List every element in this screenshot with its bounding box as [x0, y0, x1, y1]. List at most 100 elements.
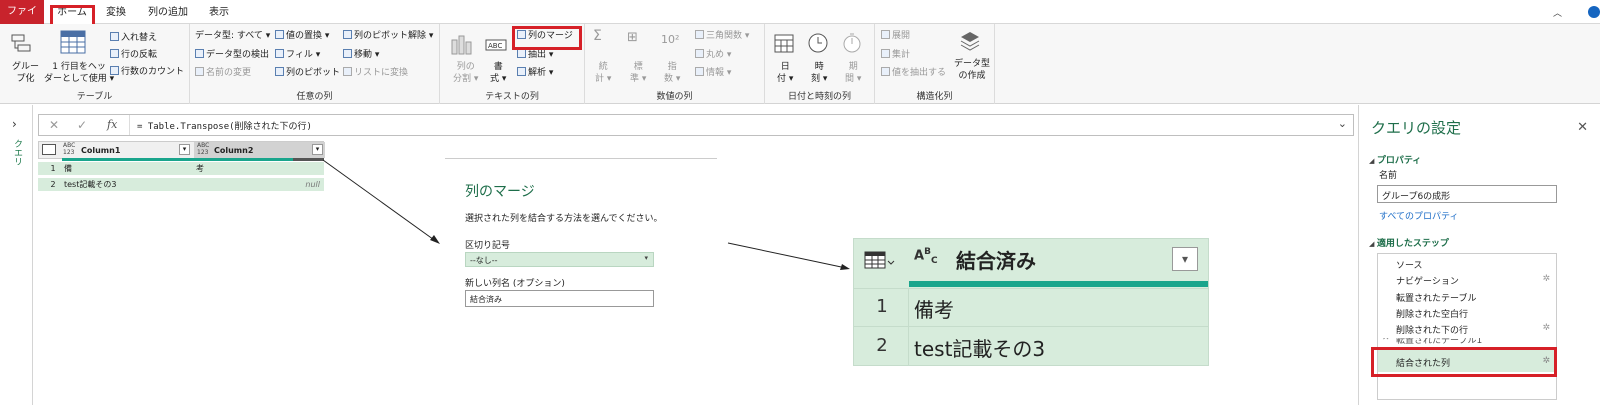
step-settings-gear-icon[interactable]: ✲	[1542, 274, 1550, 284]
extract-values-button[interactable]: 値を抽出する	[881, 67, 946, 79]
cell-column1[interactable]: 備	[64, 162, 72, 175]
tab-transform[interactable]: 変換	[100, 4, 132, 24]
queries-pane: › クエリ	[0, 105, 33, 405]
step-item[interactable]: 転置されたテーブル	[1396, 291, 1476, 304]
col2-type-icon[interactable]: ABC 123	[197, 142, 209, 156]
format-icon: ABC	[485, 39, 507, 51]
create-data-type-button[interactable]: データ型 の作成	[954, 58, 990, 82]
time-button[interactable]: 時刻 ▾	[811, 61, 827, 85]
duration-button[interactable]: 期間 ▾	[845, 61, 861, 85]
standard-button[interactable]: 標準 ▾	[630, 61, 646, 85]
help-icon[interactable]	[1588, 6, 1600, 18]
row-divider	[908, 327, 909, 366]
move-button[interactable]: 移動 ▾	[343, 49, 379, 61]
extract-button[interactable]: 抽出 ▾	[517, 49, 553, 61]
collapse-ribbon-icon[interactable]: ︿	[1553, 6, 1562, 19]
step-settings-gear-icon[interactable]: ✲	[1542, 323, 1550, 333]
fill-button[interactable]: フィル ▾	[275, 49, 320, 61]
grid-header: ABC 123 Column1 ▾ ABC 123 Column2 ▾	[38, 141, 325, 159]
step-item[interactable]: ナビゲーション	[1396, 274, 1459, 287]
unpivot-button[interactable]: 列のピボット解除 ▾	[343, 30, 433, 42]
reverse-rows-button[interactable]: 行の反転	[110, 49, 157, 61]
aggregate-button[interactable]: 集計	[881, 49, 910, 61]
tab-add-column[interactable]: 列の追加	[142, 4, 194, 24]
parse-icon	[517, 67, 526, 76]
formula-input[interactable]: = Table.Transpose(削除された下の行)	[137, 119, 312, 132]
merged-cell[interactable]: 備考	[914, 294, 954, 323]
properties-header[interactable]: ◢ プロパティ	[1369, 153, 1421, 166]
separator-dropdown[interactable]: --なし-- ▾	[465, 252, 654, 267]
cell-column2-null[interactable]: null	[305, 178, 320, 191]
parse-button[interactable]: 解析 ▾	[517, 67, 553, 79]
step-item[interactable]: 削除された空白行	[1396, 307, 1468, 320]
collapse-triangle-icon: ◢	[1369, 240, 1377, 248]
pivot-button[interactable]: 列のピボット	[275, 67, 340, 79]
dialog-top-border	[445, 158, 717, 159]
column2-filter-icon[interactable]: ▾	[312, 144, 323, 155]
new-column-name-input[interactable]: 結合済み	[465, 290, 654, 307]
group-any-column-label: 任意の列	[296, 92, 333, 102]
tab-file[interactable]: ファイル	[0, 0, 44, 41]
transpose-button[interactable]: 入れ替え	[110, 32, 157, 44]
table-row[interactable]: 1 備 考	[38, 162, 324, 175]
use-first-row-button[interactable]: 1 行目をヘッ ダーとして使用 ▾	[44, 61, 114, 85]
trig-button[interactable]: 三角関数 ▾	[695, 30, 749, 42]
all-properties-link[interactable]: すべてのプロパティ	[1379, 209, 1458, 222]
table-menu-icon[interactable]	[42, 144, 56, 155]
arrow-dialog-to-result	[727, 242, 847, 269]
applied-steps-header[interactable]: ◢ 適用したステップ	[1369, 236, 1449, 249]
info-icon	[695, 67, 704, 76]
to-list-button[interactable]: リストに変換	[343, 67, 408, 79]
rounding-button[interactable]: 丸め ▾	[695, 49, 731, 61]
close-icon[interactable]: ✕	[1577, 120, 1588, 135]
merged-column-filter-icon[interactable]: ▾	[1172, 247, 1198, 271]
table-row[interactable]: 2 test記載その3 null	[38, 178, 324, 191]
count-rows-button[interactable]: 行数のカウント	[110, 66, 184, 78]
column1-filter-icon[interactable]: ▾	[179, 144, 190, 155]
col1-type-icon[interactable]: ABC 123	[63, 142, 75, 156]
scientific-button[interactable]: 指数 ▾	[664, 61, 680, 85]
statistics-button[interactable]: 統計 ▾	[595, 61, 611, 85]
detect-type-button[interactable]: データ型の検出	[195, 49, 269, 61]
expand-formula-icon[interactable]: ⌄	[1338, 117, 1347, 130]
detect-type-icon	[195, 49, 204, 58]
group-datetime: 日付 ▾ 時刻 ▾ 期間 ▾ 日付と時刻の列	[765, 24, 875, 104]
step-item[interactable]: 削除された下の行	[1396, 323, 1468, 336]
date-button[interactable]: 日付 ▾	[777, 61, 793, 85]
merged-column-header[interactable]: 結合済み	[956, 245, 1036, 274]
group-by-button[interactable]: グルー プ化	[12, 61, 39, 85]
table-menu-icon[interactable]	[864, 251, 896, 271]
expand-queries-icon[interactable]: ›	[12, 117, 17, 131]
expand-button[interactable]: 展開	[881, 30, 910, 42]
reverse-rows-icon	[110, 49, 119, 58]
commit-formula-icon[interactable]: ✓	[77, 118, 87, 132]
column2-header-cell[interactable]: ABC 123 Column2 ▾	[194, 142, 325, 158]
replace-values-button[interactable]: 値の置換 ▾	[275, 30, 329, 42]
fx-icon[interactable]: fx	[107, 118, 117, 131]
format-button[interactable]: 書式 ▾	[490, 61, 506, 85]
table-row[interactable]: 1 備考	[854, 288, 1208, 327]
query-name-input[interactable]: グループ6の成形	[1377, 185, 1557, 203]
rounding-icon	[695, 49, 704, 58]
column1-header[interactable]: Column1	[81, 144, 120, 157]
merged-cell[interactable]: test記載その3	[914, 333, 1045, 362]
rename-button[interactable]: 名前の変更	[195, 67, 251, 79]
text-type-icon[interactable]: ABC	[914, 247, 938, 266]
split-column-icon	[451, 35, 472, 55]
column2-header[interactable]: Column2	[214, 144, 253, 157]
data-type-dropdown[interactable]: データ型: すべて ▾	[195, 30, 270, 42]
unpivot-icon	[343, 30, 352, 39]
delete-step-icon[interactable]: ✕	[1382, 338, 1390, 343]
cell-column1[interactable]: test記載その3	[64, 178, 116, 191]
info-button[interactable]: 情報 ▾	[695, 67, 731, 79]
tab-view[interactable]: 表示	[203, 4, 235, 24]
split-column-button[interactable]: 列の 分割 ▾	[453, 61, 478, 85]
cell-column2[interactable]: 考	[196, 162, 204, 175]
arrow-grid-to-dialog	[322, 159, 438, 243]
table-row[interactable]: 2 test記載その3	[854, 326, 1208, 366]
queries-label[interactable]: クエリ	[11, 139, 24, 166]
applied-steps-list: ソース ナビゲーション ✲ 転置されたテーブル 削除された空白行 削除された下の…	[1377, 253, 1557, 400]
cancel-formula-icon[interactable]: ✕	[49, 118, 59, 132]
step-item[interactable]: ソース	[1396, 258, 1423, 271]
step-item-label: 転置されたテーブル1	[1396, 338, 1483, 346]
